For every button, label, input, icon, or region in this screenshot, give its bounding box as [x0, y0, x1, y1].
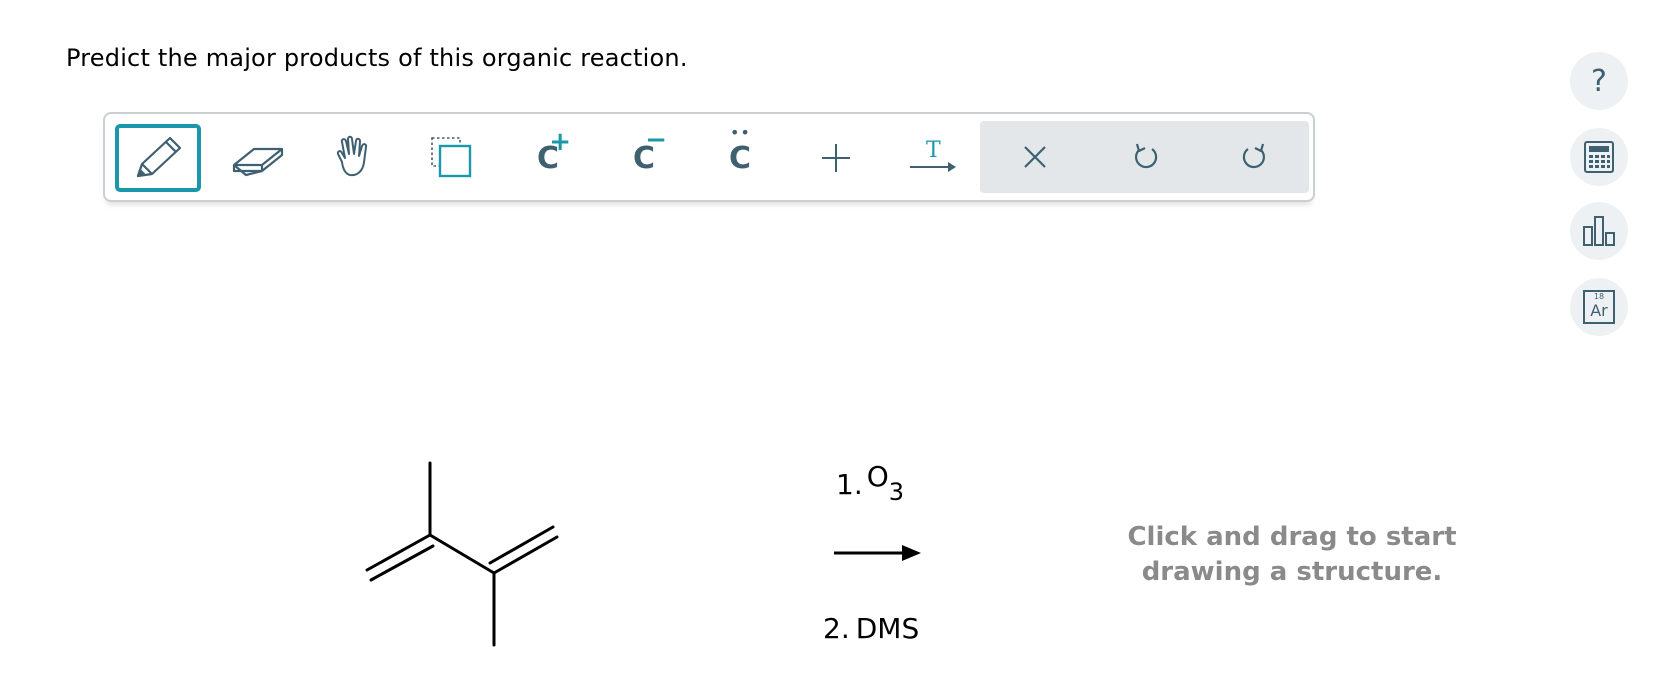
drawing-area-hint[interactable]: Click and drag to start drawing a struct… [1092, 520, 1492, 590]
reaction-arrow [834, 545, 921, 561]
problem-page: Predict the major products of this organ… [0, 0, 1668, 689]
reagent-step-1: 1. O3 [836, 460, 905, 506]
reagent-step-2: 2. DMS [823, 612, 920, 645]
